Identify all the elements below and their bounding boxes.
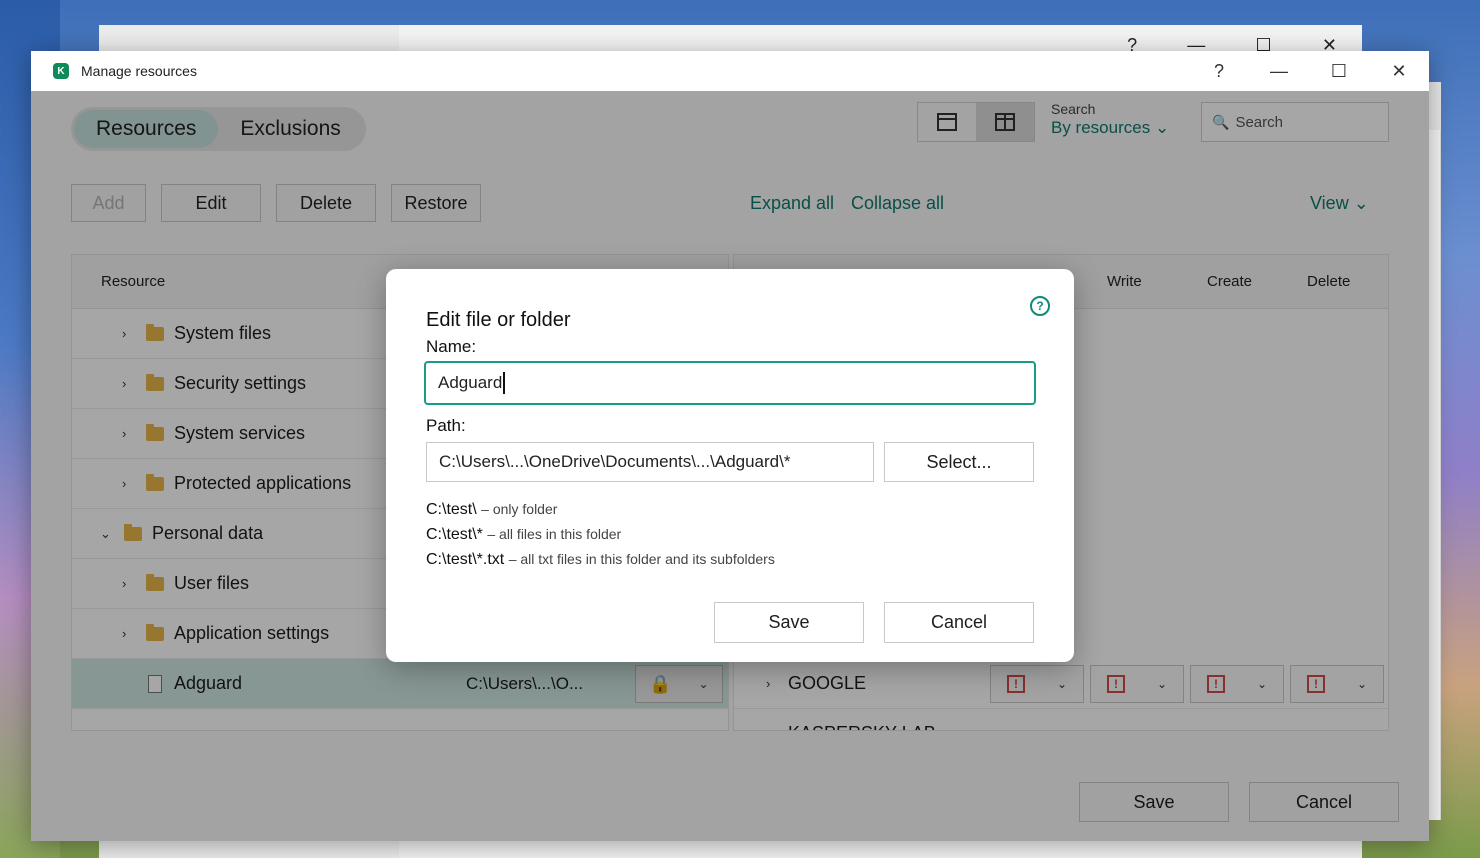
path-field[interactable]: C:\Users\...\OneDrive\Documents\...\Adgu… bbox=[426, 442, 874, 482]
hint-pattern: C:\test\*.txt bbox=[426, 551, 505, 568]
help-button[interactable]: ? bbox=[1189, 51, 1249, 91]
hint-pattern: C:\test\* bbox=[426, 526, 483, 543]
dialog-save-button[interactable]: Save bbox=[714, 602, 864, 643]
path-label: Path: bbox=[426, 416, 466, 435]
hint-line: C:\test\* – all files in this folder bbox=[426, 526, 621, 544]
maximize-button[interactable]: ☐ bbox=[1309, 51, 1369, 91]
select-button[interactable]: Select... bbox=[884, 442, 1034, 482]
hint-line: C:\test\ – only folder bbox=[426, 501, 557, 519]
hint-pattern: C:\test\ bbox=[426, 501, 477, 518]
name-value: Adguard bbox=[438, 373, 503, 392]
hint-line: C:\test\*.txt – all txt files in this fo… bbox=[426, 551, 775, 569]
name-field[interactable]: Adguard bbox=[424, 361, 1036, 405]
edit-file-dialog: ? Edit file or folder Name: Adguard Path… bbox=[386, 269, 1074, 662]
hint-description: – all files in this folder bbox=[487, 526, 622, 542]
close-button[interactable]: ✕ bbox=[1369, 51, 1429, 91]
text-cursor bbox=[503, 372, 506, 394]
window-title: Manage resources bbox=[81, 63, 197, 79]
title-bar: K Manage resources ? — ☐ ✕ bbox=[31, 51, 1429, 91]
background-window-edge bbox=[1429, 82, 1441, 820]
name-label: Name: bbox=[426, 337, 477, 356]
hint-description: – all txt files in this folder and its s… bbox=[508, 551, 775, 567]
help-icon[interactable]: ? bbox=[1030, 296, 1050, 316]
kaspersky-app-icon: K bbox=[53, 63, 69, 79]
dialog-cancel-button[interactable]: Cancel bbox=[884, 602, 1034, 643]
hint-description: – only folder bbox=[481, 501, 558, 517]
dialog-title: Edit file or folder bbox=[426, 309, 571, 331]
minimize-button[interactable]: — bbox=[1249, 51, 1309, 91]
